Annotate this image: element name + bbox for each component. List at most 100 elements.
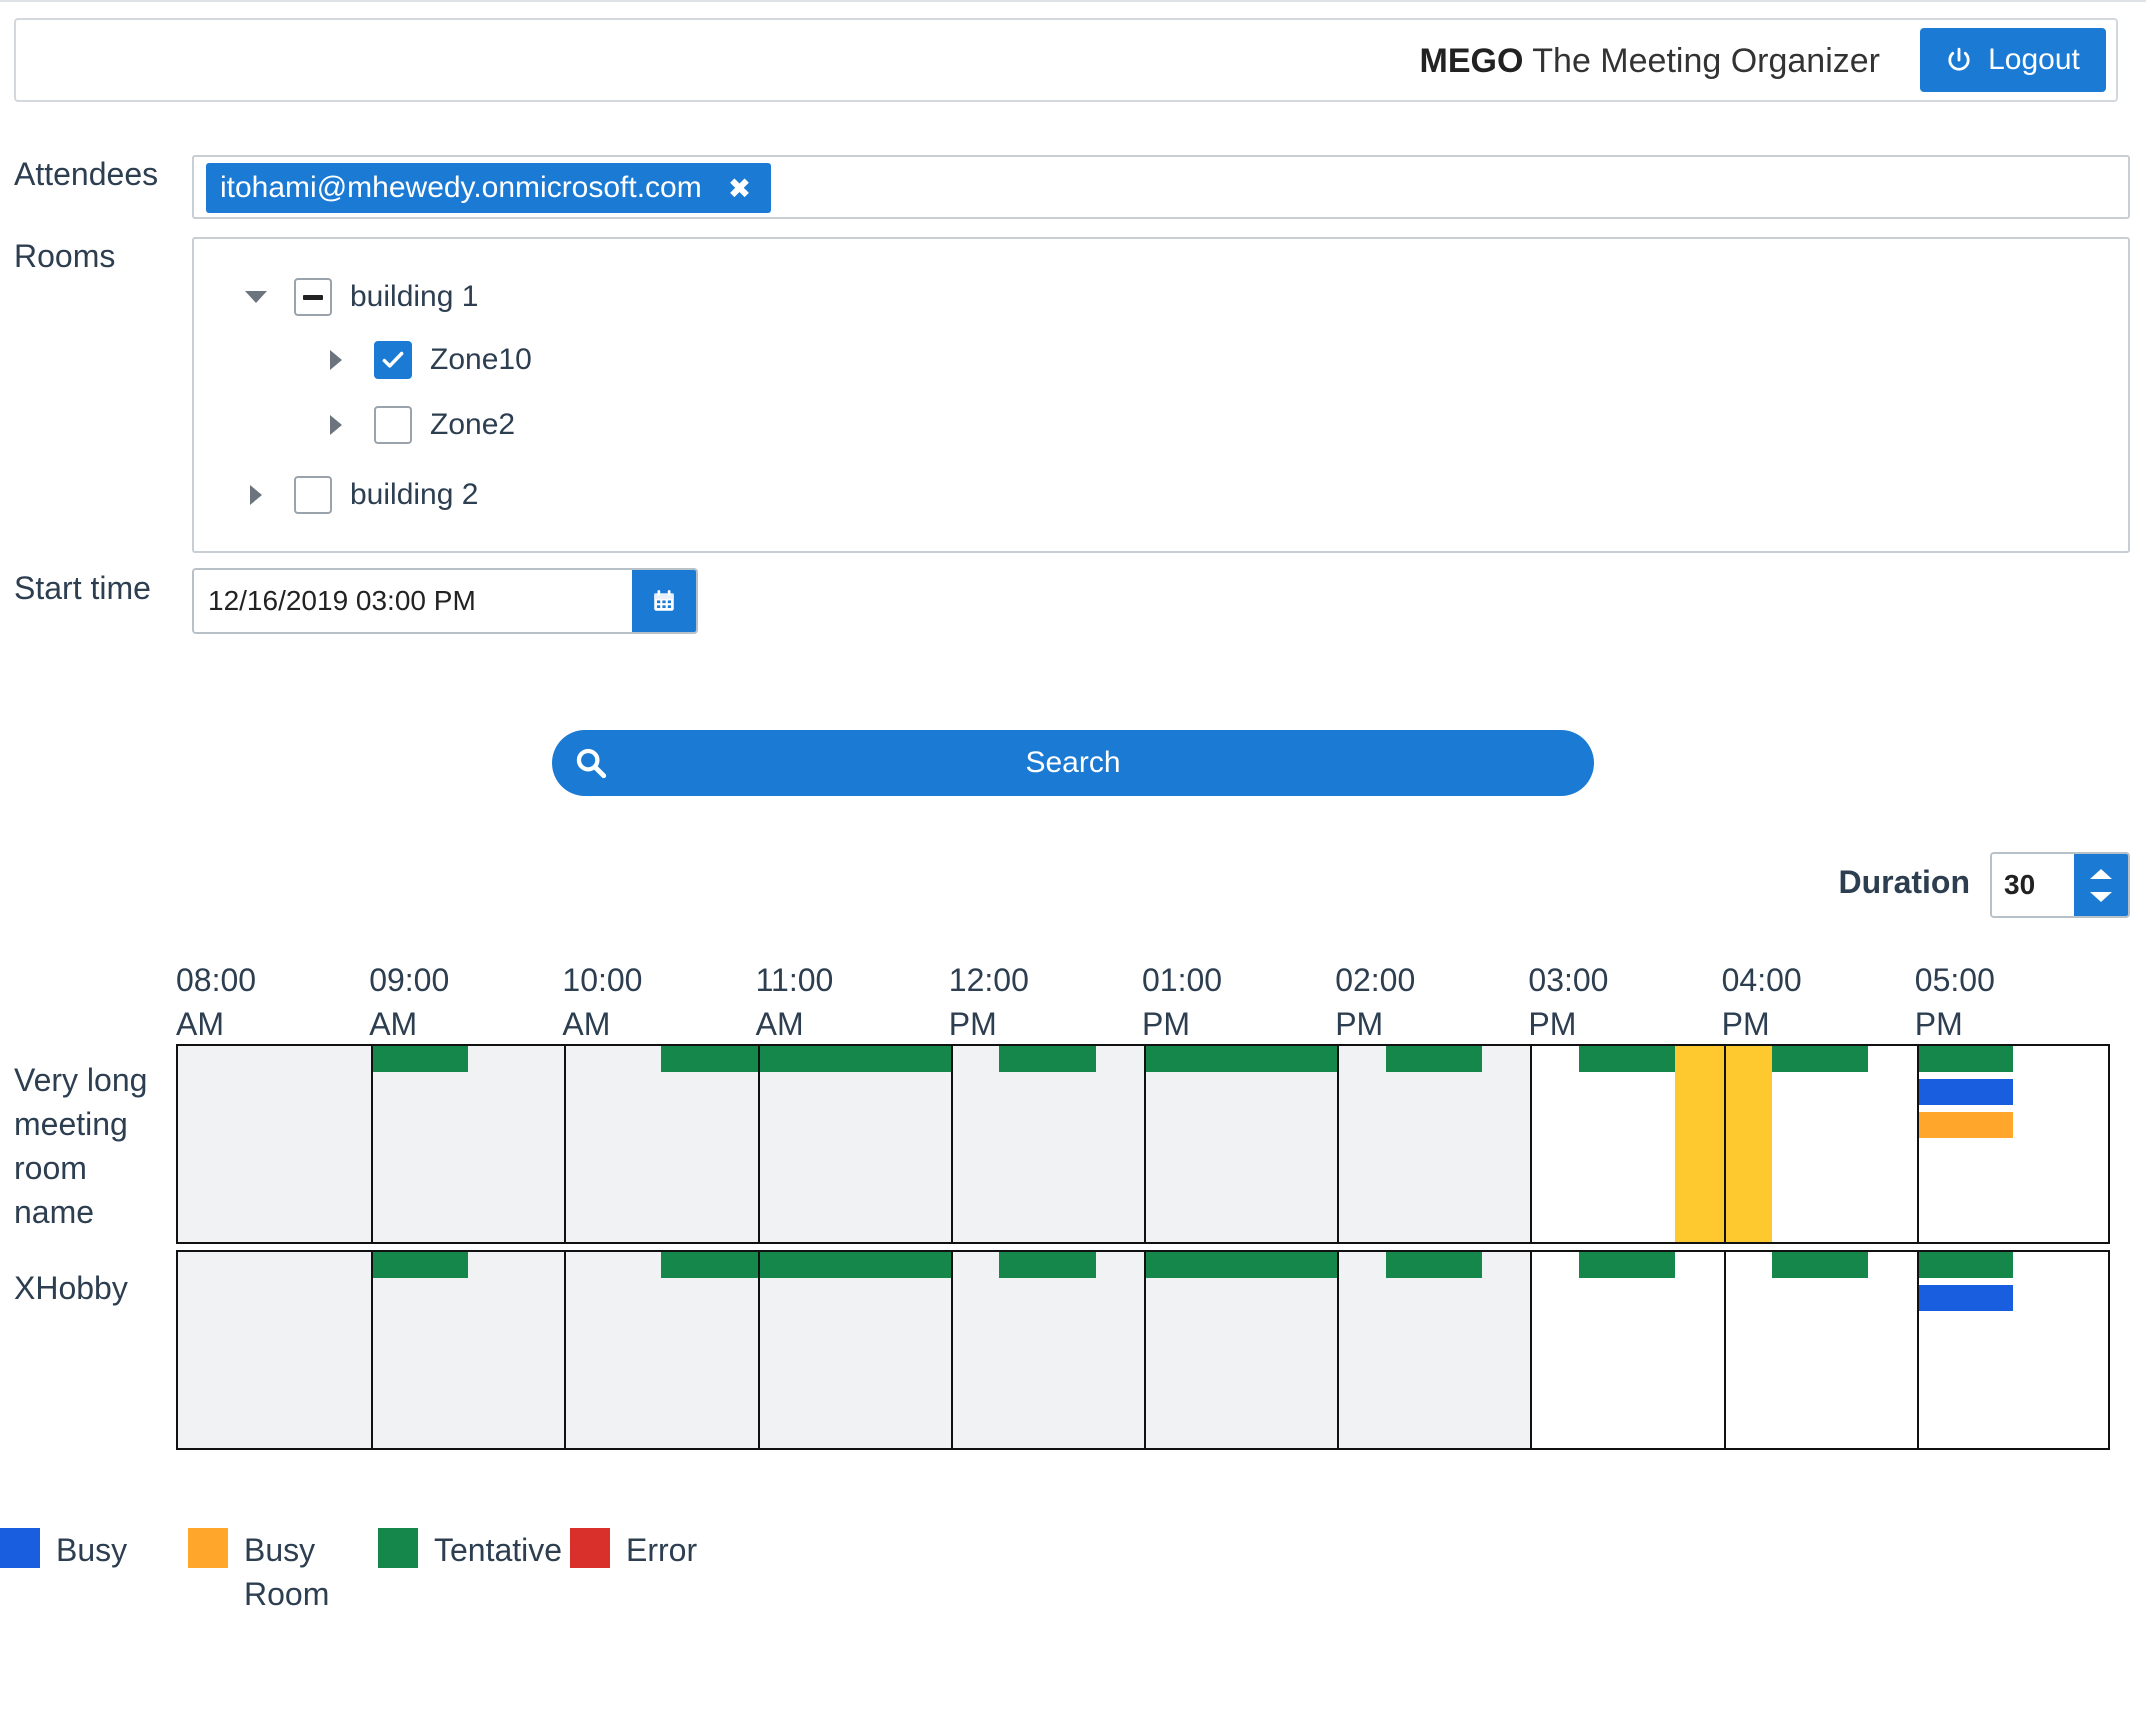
attendee-email: itohami@mhewedy.onmicrosoft.com [220, 171, 702, 204]
time-slot-cell[interactable] [178, 1046, 372, 1242]
time-slot-cell[interactable] [757, 1252, 951, 1448]
schedule-row-2 [176, 1250, 2110, 1450]
hour-divider [1916, 1046, 1919, 1242]
event-bar-busy[interactable] [1916, 1285, 2014, 1311]
time-slot-cell[interactable] [1144, 1046, 1338, 1242]
event-bar-busy-room[interactable] [1916, 1112, 2014, 1138]
time-slot-cell[interactable] [757, 1046, 951, 1242]
time-slot-cell[interactable] [564, 1252, 758, 1448]
duration-input[interactable] [1992, 854, 2076, 916]
checkmark-icon [382, 351, 404, 368]
time-slot-cell[interactable] [371, 1252, 565, 1448]
hour-period: AM [562, 1006, 611, 1042]
time-slot-cell[interactable] [950, 1046, 1144, 1242]
time-slot-cell[interactable] [371, 1046, 565, 1242]
hour-divider [1530, 1046, 1533, 1242]
event-bar-tentative[interactable] [661, 1252, 951, 1278]
hour-period: AM [176, 1006, 224, 1042]
checkbox-building-2[interactable] [294, 476, 332, 514]
hour-label: 10:00 AM [562, 958, 642, 1046]
legend-busy: Busy [0, 1528, 176, 1572]
search-button[interactable]: Search [552, 730, 1594, 796]
legend-label-error: Error [626, 1532, 698, 1568]
time-slot-cell[interactable] [1723, 1252, 1917, 1448]
event-bar-tentative[interactable] [1916, 1046, 2014, 1072]
event-bar-tentative[interactable] [371, 1046, 468, 1072]
tree-label-building-1: building 1 [350, 280, 479, 313]
caret-right-icon[interactable] [244, 483, 268, 507]
tree-node-zone2[interactable]: Zone2 [324, 403, 515, 447]
legend-busy-room: Busy Room [188, 1528, 344, 1616]
hour-time: 09:00 [369, 962, 450, 998]
hour-period: PM [948, 1006, 997, 1042]
caret-right-icon[interactable] [324, 413, 348, 437]
event-bar-tentative[interactable] [1144, 1046, 1338, 1072]
legend-swatch-busy-room [188, 1528, 228, 1568]
event-bar-tentative[interactable] [999, 1046, 1096, 1072]
event-bar-tentative[interactable] [1771, 1252, 1869, 1278]
event-bar-tentative[interactable] [661, 1046, 951, 1072]
time-slot-cell[interactable] [1916, 1252, 2110, 1448]
checkbox-zone2[interactable] [374, 406, 412, 444]
time-slot-cell[interactable] [1530, 1252, 1723, 1448]
event-bar-tentative[interactable] [1385, 1252, 1483, 1278]
event-bar-tentative[interactable] [999, 1252, 1096, 1278]
hour-divider [1723, 1252, 1726, 1448]
tree-label-building-2: building 2 [350, 478, 479, 511]
hour-period: PM [1335, 1006, 1384, 1042]
tree-node-zone10[interactable]: Zone10 [324, 338, 532, 382]
tree-node-building-1[interactable]: building 1 [244, 275, 478, 319]
hour-period: PM [1914, 1006, 1963, 1042]
caret-right-icon[interactable] [324, 348, 348, 372]
attendees-input[interactable]: itohami@mhewedy.onmicrosoft.com ✖ [192, 155, 2130, 219]
time-slot-cell[interactable] [1337, 1046, 1531, 1242]
start-time-field [192, 568, 698, 634]
event-bar-tentative[interactable] [1916, 1252, 2014, 1278]
caret-down-icon[interactable] [244, 285, 268, 309]
remove-attendee-icon[interactable]: ✖ [728, 172, 751, 205]
time-slot-cell[interactable] [950, 1252, 1144, 1448]
time-slot-cell[interactable] [1337, 1252, 1531, 1448]
checkbox-zone10[interactable] [374, 341, 412, 379]
hour-time: 02:00 [1335, 962, 1416, 998]
tree-node-building-2[interactable]: building 2 [244, 473, 478, 517]
time-slot-cell[interactable] [1144, 1252, 1338, 1448]
hour-divider [371, 1252, 374, 1448]
hour-label: 12:00 PM [949, 958, 1029, 1046]
decrement-arrow-icon[interactable] [2090, 891, 2112, 902]
event-bar-tentative[interactable] [1385, 1046, 1483, 1072]
time-slot-cell[interactable] [564, 1046, 758, 1242]
event-bar-tentative[interactable] [1578, 1252, 1676, 1278]
event-bar-tentative[interactable] [371, 1252, 468, 1278]
hour-time: 04:00 [1721, 962, 1802, 998]
hour-time: 08:00 [176, 962, 257, 998]
power-icon [1948, 47, 1970, 71]
brand: MEGO The Meeting Organizer [1420, 42, 1880, 81]
event-bar-tentative[interactable] [1771, 1046, 1869, 1072]
increment-arrow-icon[interactable] [2090, 868, 2112, 879]
event-bar-busy[interactable] [1916, 1079, 2014, 1105]
room-name-2: XHobby [14, 1270, 128, 1306]
duration-stepper [1990, 852, 2130, 918]
hour-period: PM [1528, 1006, 1577, 1042]
legend-label-busy: Busy [56, 1532, 128, 1568]
hour-label: 08:00 AM [176, 958, 256, 1046]
time-slot-cell[interactable] [1916, 1046, 2110, 1242]
checkbox-building-1[interactable] [294, 278, 332, 316]
time-slot-cell[interactable] [178, 1252, 372, 1448]
legend-label-tentative: Tentative [434, 1532, 563, 1568]
start-time-input[interactable] [194, 570, 632, 632]
hour-label: 03:00 PM [1528, 958, 1608, 1046]
hour-time: 10:00 [562, 962, 643, 998]
hour-time: 12:00 [948, 962, 1029, 998]
hour-divider [1723, 1046, 1726, 1242]
hour-label: 09:00 AM [369, 958, 449, 1046]
rooms-tree: building 1 Zone10 Zone2 building 2 [192, 237, 2130, 553]
event-bar-tentative[interactable] [1144, 1252, 1338, 1278]
search-icon [576, 748, 607, 779]
calendar-button[interactable] [632, 570, 696, 632]
brand-name: MEGO [1419, 42, 1524, 80]
event-bar-tentative[interactable] [1578, 1046, 1676, 1072]
logout-button[interactable]: Logout [1920, 28, 2106, 92]
hour-period: PM [1142, 1006, 1190, 1042]
